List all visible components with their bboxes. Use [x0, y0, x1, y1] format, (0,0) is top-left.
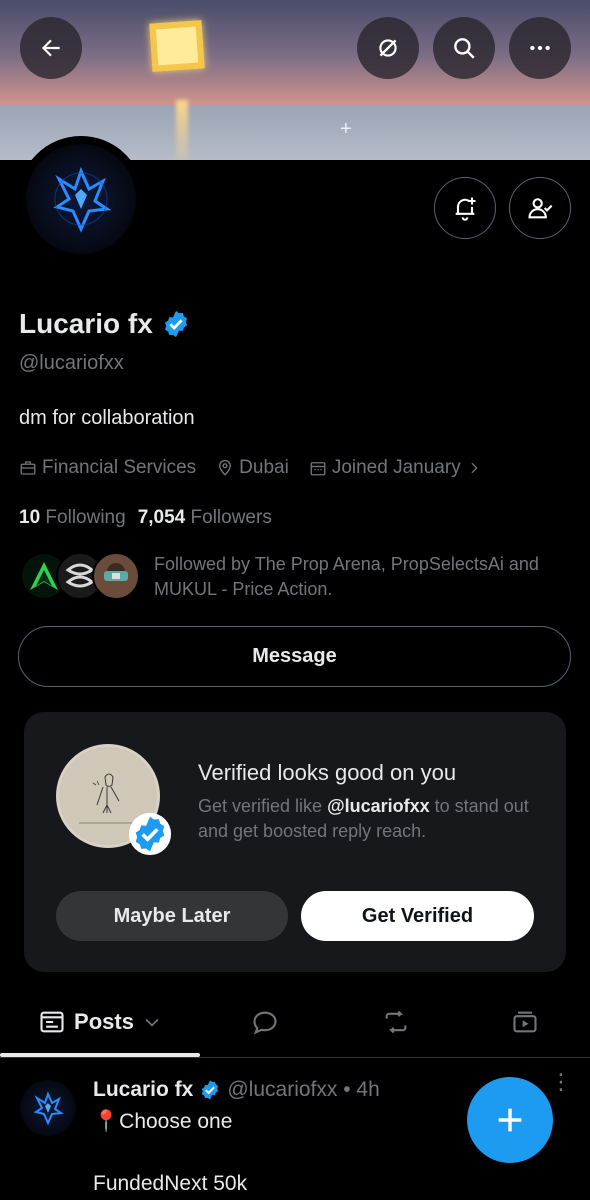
promo-verified-badge-icon — [128, 812, 172, 856]
followers-link[interactable]: 7,054 Followers — [138, 507, 272, 529]
followed-by-text: Followed by The Prop Arena, PropSelectsA… — [154, 554, 539, 599]
tab-active-indicator — [0, 1053, 200, 1057]
message-button[interactable]: Message — [18, 626, 571, 687]
banner-sun-reflection — [176, 100, 188, 160]
promo-title: Verified looks good on you — [198, 760, 457, 785]
notifications-button[interactable] — [434, 177, 496, 239]
mukul-photo-icon — [104, 563, 128, 581]
profile-name-text: Lucario fx — [19, 308, 153, 339]
user-check-icon — [528, 198, 553, 219]
joined-label: Joined January — [331, 457, 461, 478]
tab-media[interactable] — [495, 992, 555, 1052]
search-icon — [454, 38, 475, 59]
following-count: 10 — [19, 507, 41, 528]
location-item: Dubai — [216, 457, 289, 479]
lucario-logo — [26, 144, 136, 254]
post-author-avatar[interactable] — [20, 1080, 76, 1136]
get-verified-button[interactable]: Get Verified — [301, 891, 534, 941]
briefcase-icon — [20, 461, 36, 475]
follower-avatar-3 — [92, 552, 140, 600]
profile-tabs: Posts — [0, 992, 590, 1058]
maybe-later-button[interactable]: Maybe Later — [56, 891, 288, 941]
post-handle-time: @lucariofxx • 4h — [227, 1078, 380, 1101]
post-verified-badge-icon — [202, 1080, 219, 1100]
promo-desc-handle: @lucariofxx — [327, 796, 430, 816]
media-icon — [513, 1011, 537, 1033]
banner-sticker — [149, 20, 205, 72]
profile-handle: @lucariofxx — [19, 352, 124, 374]
repost-icon — [385, 1010, 407, 1034]
chevron-right-icon — [471, 462, 478, 474]
followers-count: 7,054 — [137, 507, 186, 528]
grok-icon — [379, 39, 397, 57]
calendar-icon — [310, 462, 326, 476]
post-text-line-2: FundedNext 50k — [93, 1172, 248, 1195]
post-author-name[interactable]: Lucario fx — [93, 1078, 193, 1102]
more-options-button[interactable] — [509, 17, 571, 79]
post-text-line-1: 📍Choose one — [93, 1110, 233, 1133]
location-pin-icon — [219, 459, 232, 476]
tab-posts[interactable]: Posts — [34, 992, 166, 1052]
grok-button[interactable] — [357, 17, 419, 79]
posts-icon — [40, 1011, 64, 1033]
location-label: Dubai — [239, 457, 289, 478]
tab-posts-label: Posts — [74, 1009, 134, 1034]
followers-label: Followers — [190, 507, 272, 528]
category-label: Financial Services — [42, 457, 197, 478]
profile-meta: Financial Services Dubai Joined January — [19, 457, 482, 479]
more-horizontal-icon — [530, 45, 550, 51]
tab-reposts[interactable] — [366, 992, 426, 1052]
post-header: Lucario fx @lucariofxx • 4h — [93, 1078, 380, 1102]
promo-description: Get verified like @lucariofxx to stand o… — [198, 794, 548, 844]
lucario-logo-icon — [53, 166, 112, 233]
post-more-icon[interactable]: ⋮ — [550, 1071, 572, 1093]
verified-promo-card: Verified looks good on you Get verified … — [24, 712, 566, 972]
follow-stats: 10 Following 7,054 Followers — [19, 507, 272, 529]
chevron-down-icon — [145, 1018, 159, 1027]
back-button[interactable] — [20, 17, 82, 79]
reply-icon — [253, 1011, 277, 1035]
bell-plus-icon — [455, 197, 476, 221]
joined-item[interactable]: Joined January — [309, 457, 482, 479]
profile-bio: dm for collaboration — [19, 407, 195, 429]
plus-icon — [498, 1108, 522, 1132]
promo-desc-prefix: Get verified like — [198, 796, 328, 816]
profile-name: Lucario fx — [19, 308, 191, 340]
arrow-left-icon — [41, 39, 60, 57]
following-link[interactable]: 10 Following — [19, 507, 126, 529]
tab-replies[interactable] — [235, 992, 295, 1052]
following-label: Following — [45, 507, 126, 528]
profile-avatar[interactable] — [18, 136, 144, 262]
banner-plus-icon: + — [340, 118, 352, 140]
search-button[interactable] — [433, 17, 495, 79]
compose-button[interactable] — [467, 1077, 553, 1163]
followed-by-avatars — [20, 552, 140, 602]
following-button[interactable] — [509, 177, 571, 239]
category-item: Financial Services — [19, 457, 196, 479]
verified-badge-icon[interactable] — [161, 309, 191, 339]
lucario-logo-small-icon — [33, 1091, 64, 1126]
followed-by[interactable]: Followed by The Prop Arena, PropSelectsA… — [20, 552, 554, 602]
